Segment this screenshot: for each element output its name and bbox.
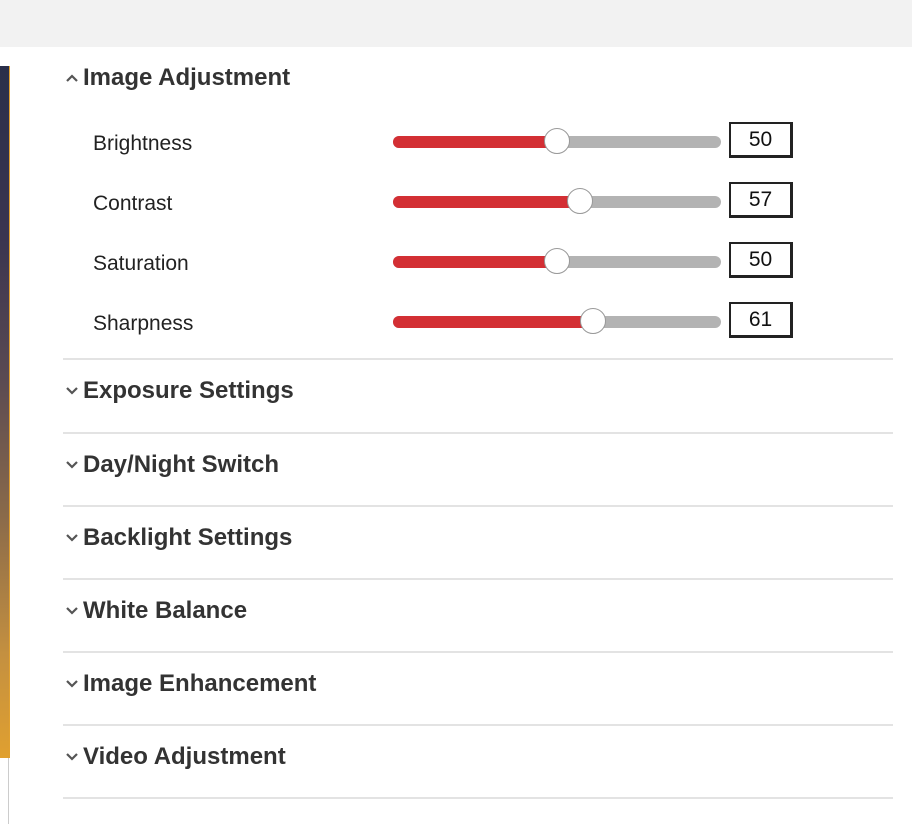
section-title: Backlight Settings [83,524,293,551]
section-header-exposure-settings[interactable]: Exposure Settings [63,376,294,406]
divider [63,432,893,434]
top-bar [0,0,912,47]
divider [63,797,893,799]
divider [63,651,893,653]
chevron-down-icon [63,455,81,475]
section-title: Image Adjustment [83,64,291,91]
section-title: Exposure Settings [83,377,294,404]
section-title: Day/Night Switch [83,451,280,478]
sharpness-value-input[interactable] [729,302,793,338]
section-header-video-adjustment[interactable]: Video Adjustment [63,742,286,772]
section-title: White Balance [83,597,248,624]
brightness-value-input[interactable] [729,122,793,158]
sharpness-label: Sharpness [93,312,194,335]
chevron-down-icon [63,601,81,621]
slider-fill [393,196,580,208]
divider [63,505,893,507]
chevron-up-icon [63,68,81,88]
contrast-value-input[interactable] [729,182,793,218]
brightness-slider[interactable] [393,128,721,154]
section-header-white-balance[interactable]: White Balance [63,596,247,626]
video-preview-edge [0,66,10,758]
section-title: Video Adjustment [83,743,286,770]
slider-fill [393,316,594,328]
section-header-image-adjustment[interactable]: Image Adjustment [63,63,290,93]
chevron-down-icon [63,674,81,694]
section-header-day-night-switch[interactable]: Day/Night Switch [63,450,279,480]
chevron-down-icon [63,747,81,767]
section-header-image-enhancement[interactable]: Image Enhancement [63,669,316,699]
contrast-slider[interactable] [393,188,721,214]
brightness-label: Brightness [93,132,193,155]
slider-fill [393,136,557,148]
saturation-label: Saturation [93,252,189,275]
saturation-slider[interactable] [393,248,721,274]
sharpness-slider[interactable] [393,308,721,334]
slider-thumb[interactable] [544,248,570,274]
divider [63,578,893,580]
saturation-value-input[interactable] [729,242,793,278]
chevron-down-icon [63,528,81,548]
divider [63,724,893,726]
contrast-label: Contrast [93,192,173,215]
section-title: Image Enhancement [83,670,317,697]
slider-thumb[interactable] [566,188,593,214]
slider-thumb[interactable] [544,128,570,154]
slider-fill [393,256,557,268]
chevron-down-icon [63,381,81,401]
preview-border [8,758,9,824]
slider-thumb[interactable] [580,308,607,334]
section-header-backlight-settings[interactable]: Backlight Settings [63,523,292,553]
divider [63,358,893,360]
